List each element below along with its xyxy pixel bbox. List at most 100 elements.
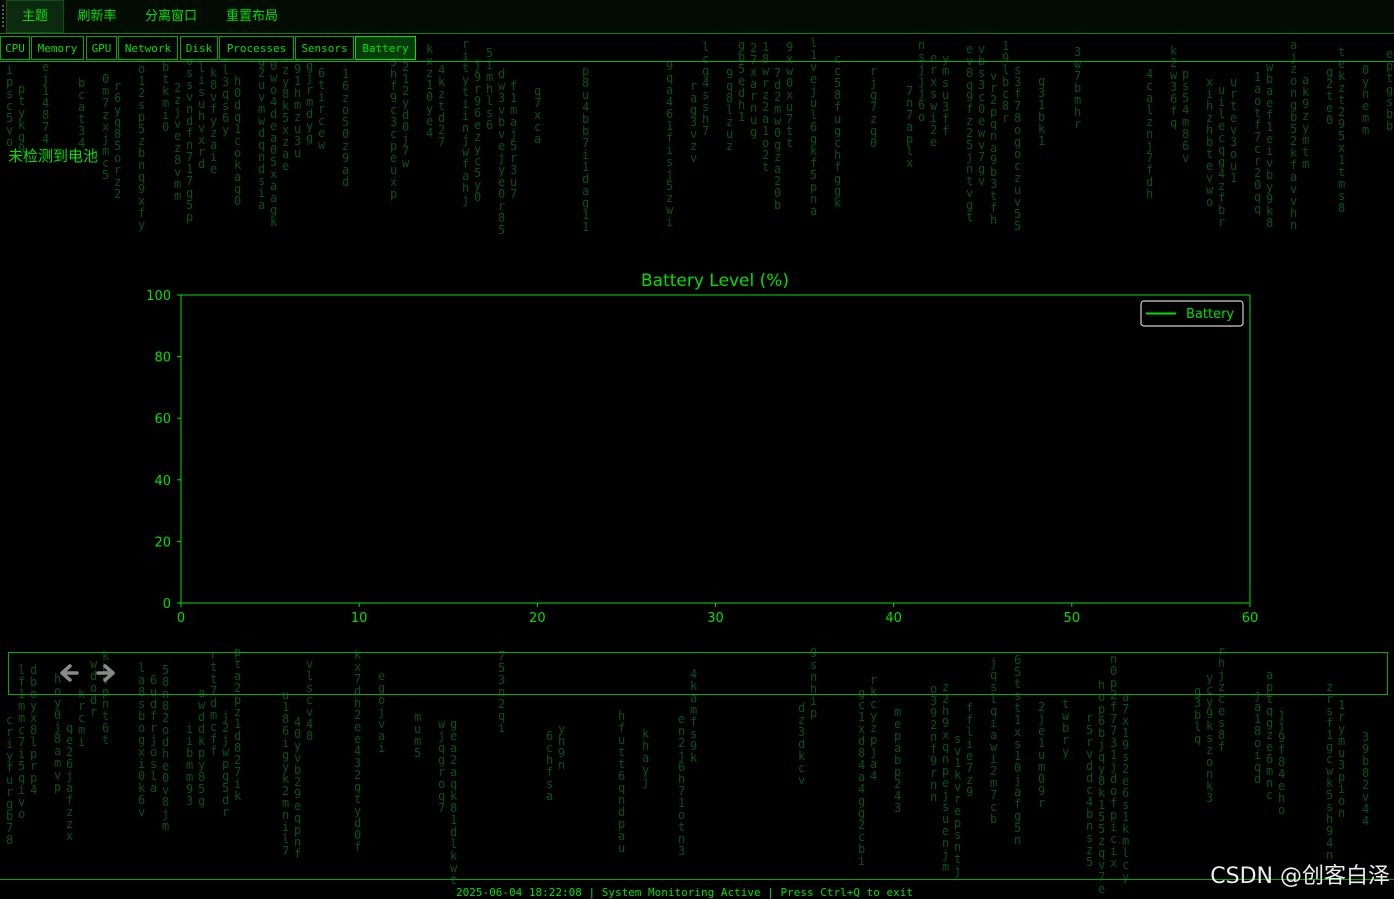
rain-column: g 2 t e 0 <box>1326 65 1334 127</box>
rain-column: c r i y f u r g b 7 8 <box>6 713 14 847</box>
rain-column: a 7 x 1 9 s 2 e 6 s 1 k m l c y <box>1122 690 1130 884</box>
arrow-right-icon[interactable] <box>93 658 119 688</box>
rain-column: a j z o n g b 5 2 k f a v v h n <box>1290 38 1298 232</box>
x-tick-label: 40 <box>885 611 902 626</box>
rain-column: m u m 5 <box>414 710 422 760</box>
rain-column: d z 3 d k c v <box>798 701 806 787</box>
rain-column: l 1 v e j u l 6 g k f 5 p n a <box>810 36 818 218</box>
rain-column: a w d d k p y 8 5 g <box>198 686 206 808</box>
rain-column: r 6 y q 8 5 o r z 2 <box>114 79 122 201</box>
rain-column: 7 n 7 a p l x <box>906 84 914 170</box>
rain-column: o l 3 q s 6 y <box>222 52 230 137</box>
rain-column: u r t e v 3 o u 1 <box>1230 75 1238 185</box>
rain-column: 3 9 1 h m z u 3 u <box>294 51 302 160</box>
rain-column: 4 k z t d 2 7 <box>438 63 446 149</box>
rain-column: u 1 8 6 i g y k 2 m n i l 7 <box>282 688 290 858</box>
rain-column: v b s 3 c 0 e w v 7 g v <box>978 42 986 188</box>
tab-bar: CPU Memory GPU Network Disk Processes Se… <box>0 35 1394 62</box>
x-tick-label: 60 <box>1242 611 1259 626</box>
rain-column: j a 1 8 o i q d <box>1254 688 1262 786</box>
rain-column: k h a y j <box>642 727 650 789</box>
rain-column: g 2 u v m w d q n d s i a <box>258 54 266 212</box>
rain-column: k r c m i <box>78 687 86 749</box>
rain-column: q e 2 6 j a f z z x <box>66 721 74 843</box>
x-tick-label: 20 <box>529 611 546 626</box>
rain-column: f g j r m d y g <box>306 48 314 145</box>
rain-column: e v 8 q 9 f z 2 5 j n t v g t <box>966 42 974 224</box>
rain-column: 4 c a l z n j 7 f d h <box>1146 67 1154 201</box>
tab-memory[interactable]: Memory <box>31 36 84 60</box>
rain-column: 0 m 7 z x j m c 5 <box>102 72 110 182</box>
rain-column: 2 j e 1 u m 0 9 r <box>1038 700 1046 810</box>
tab-cpu[interactable]: CPU <box>0 36 30 60</box>
rain-column: t e k z t 2 9 5 x 1 t m s 8 <box>1338 45 1346 215</box>
tab-network[interactable]: Network <box>118 36 178 60</box>
rain-column: 4 0 y v b 2 9 e q p n f <box>294 715 302 861</box>
y-tick-label: 20 <box>154 535 171 550</box>
rain-column: 7 d 2 m w 0 g z a 2 0 b <box>774 66 782 212</box>
rain-column: 2 1 2 y d 0 j 7 w <box>402 60 410 170</box>
rain-column: m e p a b p 2 4 3 <box>894 705 902 815</box>
chart-navigation-toolbar <box>8 652 1388 695</box>
rain-column: q 7 x c a <box>534 84 542 146</box>
rain-column: f f l i e 7 z 9 <box>966 701 974 799</box>
rain-column: j j 9 f 8 4 e h o <box>1278 707 1286 817</box>
rain-column: r a g 3 v z v <box>690 79 698 165</box>
rain-column: k 8 v f y z a i e <box>210 66 218 176</box>
rain-column: p s 5 4 m 8 6 v <box>1182 67 1190 165</box>
rain-column: j 9 r 9 6 e z y c 5 y 0 <box>474 58 482 204</box>
rain-column: i p s c 5 v o <box>6 63 14 149</box>
status-bar: 2025-06-04 18:22:08 | System Monitoring … <box>0 879 1394 899</box>
battery-level-chart: Battery Level (%) 0 10 20 30 40 50 60 0 20 40 60 8… <box>146 271 1258 626</box>
x-tick-label: 10 <box>351 611 368 626</box>
rain-column: w b a e f 1 e i v b y 9 k 8 <box>1266 60 1274 230</box>
x-axis: 0 10 20 30 40 50 60 <box>177 603 1258 626</box>
menu-bar: 主题 刷新率 分离窗口 重置布局 <box>0 0 1394 34</box>
y-tick-label: 40 <box>154 474 171 489</box>
menu-detach-window[interactable]: 分离窗口 <box>134 0 208 33</box>
rain-column: r 5 r v d d c 4 b n s z 5 <box>1086 711 1094 869</box>
rain-column: w j q g r o q 7 <box>438 717 446 815</box>
tab-gpu[interactable]: GPU <box>86 36 117 60</box>
no-battery-message: 未检测到电池 <box>8 147 99 165</box>
x-tick-label: 50 <box>1064 611 1081 626</box>
rain-column: e n 2 j 6 h 7 1 o t n 3 <box>678 712 686 858</box>
rain-column: a k 9 z y m t m <box>1302 73 1310 171</box>
menu-theme[interactable]: 主题 <box>6 0 64 33</box>
rain-column: v r 2 p q n a 9 b 3 t f h <box>990 69 998 227</box>
rain-column: p 8 u 4 b b 7 i 1 d a g 1 1 <box>582 64 590 234</box>
arrow-left-icon[interactable] <box>56 658 82 688</box>
legend-label: Battery <box>1186 307 1234 322</box>
x-tick-label: 30 <box>707 611 724 626</box>
rain-column: t w b r y <box>1062 697 1070 759</box>
tab-disk[interactable]: Disk <box>180 36 218 60</box>
rain-column: 6 t i r c e w <box>318 66 326 152</box>
menu-refresh-rate[interactable]: 刷新率 <box>66 0 128 33</box>
rain-column: i 0 w o 4 d e a 0 5 x a a g k <box>270 48 278 229</box>
rain-column: g e a 2 a q k 8 1 d l k w t <box>450 717 458 887</box>
rain-column: j 2 j w p q 5 d r <box>222 709 230 819</box>
rain-column: d w 3 v b v e j y e 0 r 8 5 <box>498 67 506 237</box>
tab-processes[interactable]: Processes <box>219 36 294 60</box>
rain-column: h f u t t 6 q n d p a u <box>618 709 626 855</box>
rain-column: s 3 f 7 8 o g o c z u v 5 5 <box>1014 63 1022 233</box>
rain-column: i i b m m 9 3 <box>186 722 194 808</box>
rain-column: 1 r y m u 3 p i o n <box>1338 698 1346 820</box>
rain-column: o 3 9 2 n f 9 r n n <box>930 682 938 804</box>
menu-reset-layout[interactable]: 重置布局 <box>214 0 290 33</box>
tab-sensors[interactable]: Sensors <box>295 36 354 60</box>
y-tick-label: 80 <box>154 351 171 366</box>
rain-column: f 1 m a j 5 r 3 u 7 <box>510 79 518 201</box>
rain-column: 1 a o t f 7 c r 2 0 q q <box>1254 70 1262 216</box>
tab-battery[interactable]: Battery <box>355 36 416 60</box>
y-tick-label: 0 <box>163 597 171 612</box>
rain-column: q 3 1 b k 1 <box>1038 74 1046 148</box>
rain-column: h o p 6 b j q y 8 k 1 5 5 z q v 7 e <box>1098 678 1106 896</box>
toolbar-grip-handle[interactable] <box>2 5 4 27</box>
rain-column: b c a t 3 4 <box>78 76 86 150</box>
rain-column: c c 5 8 f u g c h f g g k <box>834 52 842 210</box>
watermark: CSDN @创客白泽 <box>1210 864 1390 889</box>
rain-column: 5 h f 9 c 3 c p e u x p <box>390 55 398 201</box>
rain-column: 0 s s v n d f n 7 1 7 q 5 p <box>186 54 194 224</box>
rain-column: y h 9 n <box>558 722 566 772</box>
